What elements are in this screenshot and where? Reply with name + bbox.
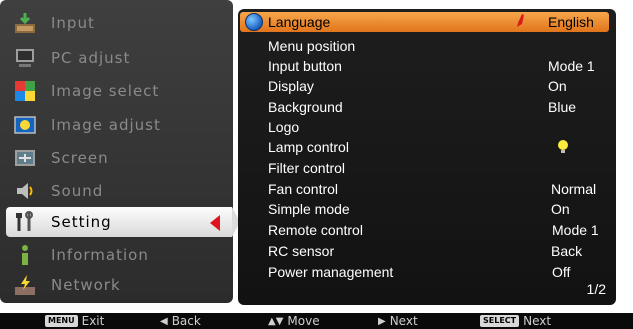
setting-label: Language <box>268 14 331 30</box>
setting-value: Normal <box>551 181 597 197</box>
setting-icon <box>11 209 39 235</box>
menu-item-label: Image adjust <box>51 116 161 134</box>
guide-move-label: Move <box>287 314 320 328</box>
setting-label: Filter control <box>268 160 346 176</box>
setting-row-input-button[interactable]: Input button Mode 1 <box>238 56 616 76</box>
lamp-bulb-icon <box>558 140 568 153</box>
menu-item-setting[interactable]: Setting <box>6 207 240 237</box>
setting-label: Power management <box>268 264 394 280</box>
up-down-arrow-icon: ▲▼ <box>268 315 284 327</box>
setting-row-remote-control[interactable]: Remote control Mode 1 <box>238 220 616 240</box>
right-arrow-icon: ▶ <box>378 315 386 327</box>
setting-row-rc-sensor[interactable]: RC sensor Back <box>238 241 616 261</box>
setting-label: Lamp control <box>268 139 349 155</box>
sound-icon <box>11 178 39 204</box>
guide-back: ◀ Back <box>160 314 201 328</box>
menu-item-label: Information <box>51 246 149 264</box>
setting-value: English <box>548 14 594 30</box>
guide-select: SELECT Next <box>480 314 551 328</box>
menu-item-label: Image select <box>51 82 160 100</box>
guide-exit-label: Exit <box>81 314 105 328</box>
menu-item-information[interactable]: Information <box>6 240 232 270</box>
pc-adjust-icon <box>11 45 39 71</box>
menu-item-screen[interactable]: Screen <box>6 143 232 173</box>
selection-arrow-icon <box>210 215 220 231</box>
menu-item-image-select[interactable]: Image select <box>6 76 232 106</box>
input-icon <box>11 10 39 36</box>
page-indicator: 1/2 <box>586 281 606 297</box>
menu-item-label: Setting <box>51 213 112 231</box>
information-icon <box>11 242 39 268</box>
setting-row-logo[interactable]: Logo <box>238 117 616 137</box>
edit-pen-icon <box>517 14 524 27</box>
setting-row-simple-mode[interactable]: Simple mode On <box>238 199 616 219</box>
setting-label: Background <box>268 99 343 115</box>
menu-item-input[interactable]: Input <box>6 8 232 38</box>
guide-back-label: Back <box>171 314 201 328</box>
main-menu-panel: Input PC adjust Image select Image adjus… <box>0 0 240 303</box>
setting-row-lamp-control[interactable]: Lamp control <box>238 137 616 157</box>
setting-value: Mode 1 <box>552 222 599 238</box>
setting-row-menu-position[interactable]: Menu position <box>238 36 616 56</box>
menu-item-label: Input <box>51 14 95 32</box>
setting-label: Remote control <box>268 222 363 238</box>
menu-item-label: Screen <box>51 149 109 167</box>
guide-bar: MENU Exit ◀ Back ▲▼ Move ▶ Next SELECT N… <box>0 313 633 329</box>
setting-value: Blue <box>548 99 577 115</box>
setting-value: Off <box>552 264 571 280</box>
select-key-icon: SELECT <box>480 315 520 327</box>
setting-value: Mode 1 <box>548 58 595 74</box>
globe-icon <box>245 13 263 31</box>
settings-panel: Language English Menu position Input but… <box>238 9 616 305</box>
guide-move: ▲▼ Move <box>268 314 320 328</box>
menu-item-label: Network <box>51 276 121 294</box>
setting-label: Simple mode <box>268 201 350 217</box>
screen-icon <box>11 145 39 171</box>
guide-next: ▶ Next <box>378 314 418 328</box>
menu-item-label: Sound <box>51 182 104 200</box>
setting-value: On <box>548 78 567 94</box>
setting-row-language[interactable]: Language English <box>240 12 609 32</box>
menu-item-network[interactable]: Network <box>6 270 232 300</box>
guide-exit: MENU Exit <box>45 314 104 328</box>
menu-item-image-adjust[interactable]: Image adjust <box>6 110 232 140</box>
image-adjust-icon <box>11 112 39 138</box>
setting-label: Input button <box>268 58 342 74</box>
setting-label: Logo <box>268 119 300 135</box>
setting-value: Back <box>551 243 583 259</box>
menu-item-pc-adjust[interactable]: PC adjust <box>6 43 232 73</box>
setting-row-fan-control[interactable]: Fan control Normal <box>238 179 616 199</box>
menu-item-label: PC adjust <box>51 49 131 67</box>
setting-row-display[interactable]: Display On <box>238 76 616 96</box>
guide-select-label: Next <box>523 314 552 328</box>
guide-next-label: Next <box>389 314 418 328</box>
setting-row-background[interactable]: Background Blue <box>238 97 616 117</box>
image-select-icon <box>11 78 39 104</box>
left-arrow-icon: ◀ <box>160 315 168 327</box>
setting-label: Menu position <box>268 38 356 54</box>
setting-value: On <box>551 201 570 217</box>
setting-row-filter-control[interactable]: Filter control <box>238 158 616 178</box>
menu-item-sound[interactable]: Sound <box>6 176 232 206</box>
setting-row-power-management[interactable]: Power management Off <box>238 262 616 282</box>
menu-key-icon: MENU <box>45 315 78 327</box>
setting-label: RC sensor <box>268 243 335 259</box>
network-icon <box>11 272 39 298</box>
setting-label: Fan control <box>268 181 339 197</box>
setting-label: Display <box>268 78 314 94</box>
